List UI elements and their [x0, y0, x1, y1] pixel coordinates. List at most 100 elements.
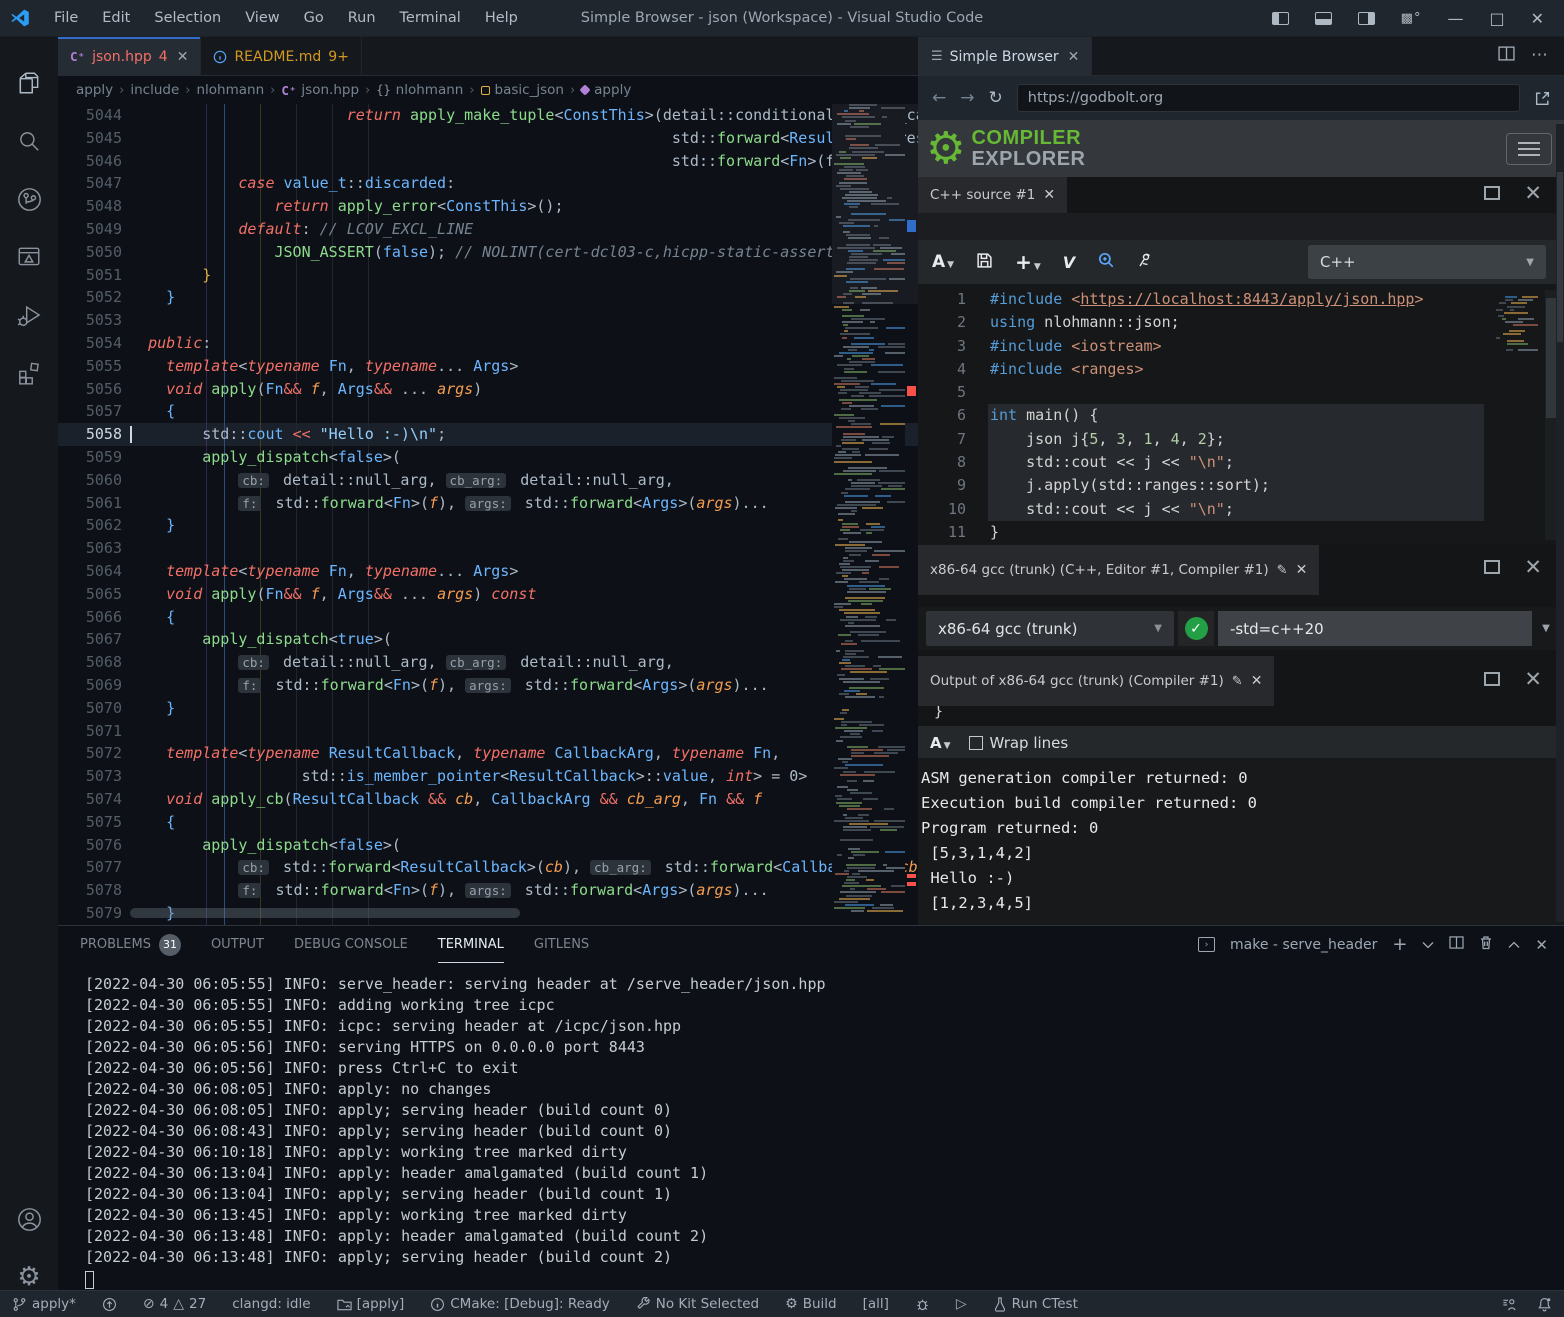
close-icon[interactable]: ✕ — [1251, 673, 1263, 689]
close-pane-icon[interactable]: ✕ — [1524, 560, 1542, 574]
breadcrumb-item[interactable]: {}nlohmann — [376, 82, 463, 98]
extensions-icon[interactable] — [0, 349, 58, 397]
toggle-panel-icon[interactable] — [1315, 12, 1332, 25]
breadcrumb-item[interactable]: include — [130, 82, 179, 98]
ce-compiler-tab[interactable]: x86-64 gcc (trunk) (C++, Editor #1, Comp… — [918, 545, 1319, 595]
search-icon[interactable] — [0, 117, 58, 165]
menu-help[interactable]: Help — [475, 7, 528, 29]
breadcrumb-item[interactable]: apply — [581, 82, 631, 98]
font-size-button[interactable]: A▼ — [932, 252, 954, 272]
tab-close-icon[interactable]: ✕ — [1068, 49, 1080, 65]
menu-go[interactable]: Go — [294, 7, 334, 29]
ctest-button[interactable]: Run CTest — [993, 1296, 1078, 1312]
save-icon[interactable] — [976, 252, 993, 273]
menu-view[interactable]: View — [235, 7, 289, 29]
tab-readme-md[interactable]: README.md 9+ — [201, 37, 361, 76]
maximize-panel-icon[interactable] — [1508, 937, 1520, 953]
add-pane-button[interactable]: +▼ — [1015, 250, 1041, 274]
debug-target-button[interactable] — [915, 1297, 930, 1312]
more-actions-icon[interactable]: ⋯ — [1531, 45, 1548, 65]
wrap-lines-checkbox[interactable]: Wrap lines — [969, 733, 1069, 752]
tab-simple-browser[interactable]: ☰ Simple Browser ✕ — [919, 37, 1092, 76]
cmake-icon[interactable] — [0, 233, 58, 281]
terminal-instance-label[interactable]: make - serve_header — [1230, 937, 1377, 953]
tab-problems[interactable]: PROBLEMS31 — [80, 926, 181, 963]
compiler-select[interactable]: x86-64 gcc (trunk)▼ — [926, 611, 1174, 646]
branch-status[interactable]: apply* — [12, 1296, 76, 1312]
toggle-secondary-sidebar-icon[interactable] — [1358, 12, 1375, 25]
close-icon[interactable]: ✕ — [1043, 187, 1055, 203]
cmake-folder-status[interactable]: [apply] — [337, 1296, 405, 1312]
customize-layout-icon[interactable]: ▩° — [1401, 11, 1422, 26]
forward-icon[interactable]: → — [960, 88, 974, 108]
editor-scrollbar[interactable] — [905, 104, 918, 925]
launch-target-button[interactable]: ▷ — [956, 1296, 967, 1312]
clangd-status[interactable]: clangd: idle — [232, 1296, 310, 1312]
edit-icon[interactable]: ✎ — [1232, 674, 1243, 689]
new-terminal-icon[interactable]: + — [1392, 934, 1407, 955]
close-pane-icon[interactable]: ✕ — [1524, 186, 1542, 200]
browser-scrollbar[interactable] — [1556, 124, 1564, 922]
breadcrumb-item[interactable]: basic_json — [481, 82, 564, 98]
source-control-icon[interactable] — [0, 175, 58, 223]
maximize-button[interactable]: □ — [1489, 9, 1504, 28]
problems-status[interactable]: ⊘4 △27 — [143, 1296, 206, 1312]
terminal-dropdown-icon[interactable] — [1422, 937, 1434, 953]
account-icon[interactable] — [0, 1195, 58, 1243]
kit-status[interactable]: No Kit Selected — [636, 1296, 759, 1312]
tab-close-icon[interactable]: ✕ — [177, 49, 189, 65]
terminal-output[interactable]: [2022-04-30 06:05:55] INFO: serve_header… — [85, 974, 826, 1289]
reload-icon[interactable]: ↻ — [989, 88, 1003, 108]
menu-file[interactable]: File — [44, 7, 88, 29]
maximize-pane-icon[interactable] — [1484, 672, 1500, 686]
breadcrumb-item[interactable]: nlohmann — [196, 82, 264, 98]
tab-debug-console[interactable]: DEBUG CONSOLE — [294, 926, 408, 963]
open-external-icon[interactable] — [1534, 90, 1550, 106]
compiler-options-input[interactable]: -std=c++20 — [1218, 611, 1532, 646]
menu-selection[interactable]: Selection — [144, 7, 231, 29]
chevron-down-icon[interactable]: ▼ — [1536, 611, 1556, 646]
code-editor[interactable]: 5044 return apply_make_tuple<ConstThis>(… — [58, 104, 918, 925]
ce-source-editor[interactable]: 1#include <https://localhost:8443/apply/… — [918, 284, 1564, 545]
split-terminal-icon[interactable] — [1449, 936, 1464, 953]
vim-mode-icon[interactable]: V — [1063, 253, 1075, 272]
font-size-button[interactable]: A▼ — [930, 733, 951, 752]
feedback-icon[interactable] — [1501, 1297, 1517, 1312]
url-input[interactable]: https://godbolt.org — [1017, 84, 1520, 112]
menu-run[interactable]: Run — [338, 7, 386, 29]
back-icon[interactable]: ← — [932, 88, 946, 108]
cmake-status[interactable]: CMake: [Debug]: Ready — [430, 1296, 610, 1312]
tab-terminal[interactable]: TERMINAL — [438, 926, 504, 963]
tab-gitlens[interactable]: GITLENS — [534, 926, 589, 963]
close-button[interactable]: ✕ — [1531, 9, 1544, 28]
language-select[interactable]: C++▼ — [1308, 245, 1546, 279]
edit-icon[interactable]: ✎ — [1277, 563, 1288, 578]
breadcrumb-item[interactable]: apply — [76, 82, 113, 98]
split-editor-icon[interactable] — [1498, 46, 1515, 65]
close-pane-icon[interactable]: ✕ — [1524, 672, 1542, 686]
zoom-search-icon[interactable] — [1097, 251, 1115, 273]
pin-icon[interactable] — [1137, 252, 1153, 272]
hamburger-menu-icon[interactable] — [1506, 133, 1552, 165]
minimize-button[interactable]: — — [1447, 9, 1463, 28]
horizontal-scrollbar[interactable] — [130, 908, 520, 918]
explorer-icon[interactable] — [0, 59, 58, 107]
toggle-sidebar-icon[interactable] — [1272, 12, 1289, 25]
maximize-pane-icon[interactable] — [1484, 186, 1500, 200]
tab-output[interactable]: OUTPUT — [211, 926, 264, 963]
ce-source-tab[interactable]: C++ source #1✕ — [918, 177, 1067, 213]
build-target[interactable]: [all] — [863, 1296, 889, 1312]
publish-status[interactable] — [102, 1297, 117, 1312]
menu-terminal[interactable]: Terminal — [390, 7, 471, 29]
close-panel-icon[interactable]: ✕ — [1535, 936, 1548, 954]
notifications-bell-icon[interactable] — [1537, 1296, 1552, 1312]
breadcrumb-item[interactable]: C⁺json.hpp — [281, 82, 359, 98]
menu-edit[interactable]: Edit — [92, 7, 140, 29]
close-icon[interactable]: ✕ — [1296, 562, 1308, 578]
build-button[interactable]: ⚙ Build — [785, 1296, 836, 1312]
run-debug-icon[interactable] — [0, 291, 58, 339]
kill-terminal-icon[interactable] — [1479, 935, 1493, 954]
maximize-pane-icon[interactable] — [1484, 560, 1500, 574]
ce-output-tab[interactable]: Output of x86-64 gcc (trunk) (Compiler #… — [918, 656, 1274, 706]
tab-json-hpp[interactable]: C⁺ json.hpp 4 ✕ — [58, 37, 201, 76]
